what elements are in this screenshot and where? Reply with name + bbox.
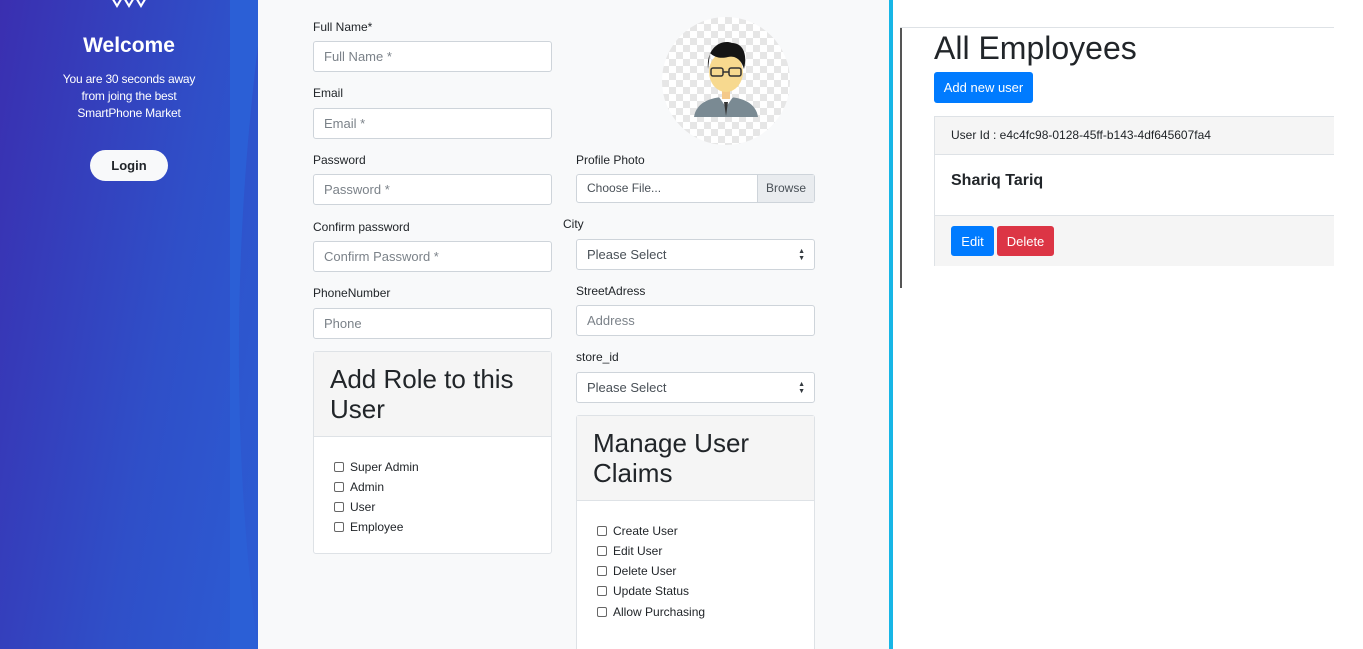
top-border: [900, 27, 1334, 28]
login-button[interactable]: Login: [90, 150, 168, 181]
brand-logo-icon: [112, 0, 146, 8]
welcome-tagline: You are 30 seconds away from joing the b…: [62, 72, 196, 120]
employee-user-id: User Id : e4c4fc98-0128-45ff-b143-4df645…: [935, 117, 1334, 155]
claim-option-label: Edit User: [613, 544, 663, 558]
claim-option-label: Update Status: [613, 584, 690, 598]
password-input[interactable]: [313, 174, 552, 205]
checkbox[interactable]: [334, 482, 344, 492]
checkbox[interactable]: [597, 526, 607, 536]
roles-card-title: Add Role to this User: [314, 352, 551, 437]
role-option-employee[interactable]: Employee: [334, 520, 403, 534]
phone-input[interactable]: [313, 308, 552, 339]
delete-button[interactable]: Delete: [997, 226, 1054, 256]
fullname-label: Full Name*: [313, 20, 373, 34]
confirm-password-label: Confirm password: [313, 220, 410, 234]
confirm-password-input[interactable]: [313, 241, 552, 272]
email-label: Email: [313, 86, 344, 100]
city-select-value: Please Select: [587, 247, 667, 262]
employee-name: Shariq Tariq: [951, 172, 1044, 189]
street-label: StreetAdress: [576, 284, 646, 298]
checkbox[interactable]: [597, 607, 607, 617]
file-input-value: Choose File...: [587, 181, 662, 195]
claim-option-label: Create User: [613, 524, 678, 538]
checkbox[interactable]: [597, 566, 607, 576]
claim-option-label: Allow Purchasing: [613, 605, 706, 619]
profile-photo-file-input[interactable]: Choose File... Browse: [576, 174, 815, 203]
welcome-heading: Welcome: [83, 34, 175, 57]
select-caret-icon: ▲ ▼: [798, 248, 805, 262]
checkbox[interactable]: [597, 586, 607, 596]
claims-card-title: Manage User Claims: [577, 416, 814, 501]
email-input[interactable]: [313, 108, 552, 139]
claim-option-delete-user[interactable]: Delete User: [597, 564, 676, 578]
profile-photo-label: Profile Photo: [576, 153, 645, 167]
roles-card: Add Role to this User Super Admin Admin …: [313, 351, 552, 554]
panel-divider: [889, 0, 893, 649]
street-input[interactable]: [576, 305, 815, 336]
claim-option-allow-purchasing[interactable]: Allow Purchasing: [597, 605, 705, 619]
employee-card-footer: [935, 215, 1334, 266]
employees-title: All Employees: [934, 30, 1137, 66]
phone-label: PhoneNumber: [313, 286, 391, 300]
password-label: Password: [313, 153, 366, 167]
browse-button[interactable]: Browse: [757, 175, 814, 202]
select-caret-icon: ▲ ▼: [798, 381, 805, 395]
checkbox[interactable]: [334, 462, 344, 472]
claim-option-create-user[interactable]: Create User: [597, 524, 678, 538]
role-option-super-admin[interactable]: Super Admin: [334, 460, 419, 474]
role-option-label: Admin: [350, 480, 385, 494]
claims-card: Manage User Claims Create User Edit User…: [576, 415, 815, 649]
employee-card: User Id : e4c4fc98-0128-45ff-b143-4df645…: [934, 116, 1334, 266]
claim-option-label: Delete User: [613, 564, 677, 578]
city-label: City: [563, 217, 584, 231]
checkbox[interactable]: [597, 546, 607, 556]
role-option-user[interactable]: User: [334, 500, 375, 514]
user-avatar-icon: [694, 42, 758, 117]
role-option-label: Super Admin: [350, 460, 419, 474]
store-select-value: Please Select: [587, 380, 667, 395]
role-option-label: Employee: [350, 520, 404, 534]
left-border: [900, 28, 902, 288]
profile-avatar: [662, 17, 790, 145]
edit-button[interactable]: Edit: [951, 226, 994, 256]
claim-option-update-status[interactable]: Update Status: [597, 584, 689, 598]
store-label: store_id: [576, 350, 619, 364]
role-option-label: User: [350, 500, 376, 514]
claim-option-edit-user[interactable]: Edit User: [597, 544, 662, 558]
checkbox[interactable]: [334, 502, 344, 512]
role-option-admin[interactable]: Admin: [334, 480, 384, 494]
city-select[interactable]: Please Select ▲ ▼: [576, 239, 815, 270]
add-new-user-button[interactable]: Add new user: [934, 72, 1033, 103]
checkbox[interactable]: [334, 522, 344, 532]
store-select[interactable]: Please Select ▲ ▼: [576, 372, 815, 403]
page-root: Welcome You are 30 seconds away from joi…: [0, 0, 1363, 649]
fullname-input[interactable]: [313, 41, 552, 72]
